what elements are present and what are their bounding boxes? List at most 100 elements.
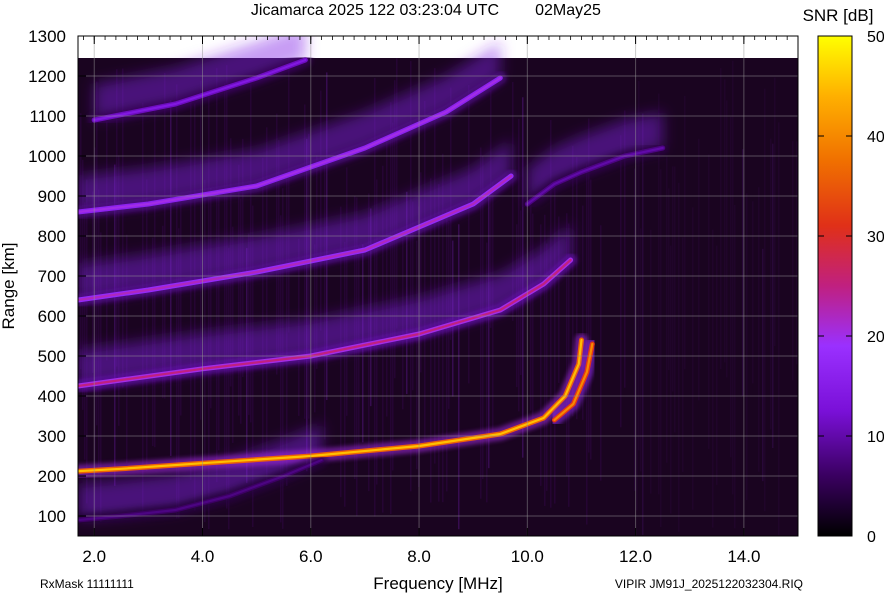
noise-streak <box>730 116 732 458</box>
y-tick-label: 300 <box>38 427 66 446</box>
y-tick-label: 1200 <box>28 67 66 86</box>
noise-streak <box>620 135 622 428</box>
noise-streak <box>288 65 290 333</box>
noise-streak <box>670 245 672 514</box>
noise-streak <box>346 167 348 416</box>
colorbar: 0 10 20 30 40 50 <box>817 29 884 546</box>
noise-streak <box>210 187 212 409</box>
noise-streak <box>146 179 148 471</box>
noise-streak <box>386 140 388 417</box>
x-tick-label: 8.0 <box>407 547 431 566</box>
noise-streak <box>758 187 760 472</box>
x-tick-label: 10.0 <box>511 547 544 566</box>
noise-streak <box>636 152 638 511</box>
noise-streak <box>590 179 592 460</box>
colorbar-tick-label: 50 <box>867 29 884 46</box>
noise-streak <box>742 149 744 397</box>
noise-streak <box>106 121 108 361</box>
x-tick-label: 4.0 <box>191 547 215 566</box>
noise-streak <box>640 228 642 472</box>
noise-streak <box>770 138 772 430</box>
noise-streak <box>530 202 532 411</box>
noise-streak <box>764 88 766 512</box>
noise-streak <box>320 90 322 331</box>
noise-streak <box>726 100 728 378</box>
noise-streak <box>190 102 192 480</box>
noise-streak <box>98 189 100 475</box>
footer-rxmask: RxMask 11111111 <box>40 577 134 591</box>
noise-streak <box>674 166 676 433</box>
colorbar-label: SNR [dB] <box>803 6 874 25</box>
noise-streak <box>642 113 644 535</box>
noise-streak <box>720 68 722 370</box>
noise-streak <box>712 229 714 528</box>
noise-streak <box>86 179 88 504</box>
noise-streak <box>392 122 394 471</box>
noise-streak <box>666 156 668 463</box>
noise-streak <box>678 182 680 532</box>
y-tick-label: 800 <box>38 227 66 246</box>
plot-area <box>77 35 799 537</box>
noise-streak <box>778 122 780 536</box>
noise-streak <box>554 183 556 504</box>
noise-streak <box>660 169 662 528</box>
x-tick-label: 14.0 <box>727 547 760 566</box>
noise-streak <box>708 154 710 449</box>
noise-streak <box>668 188 670 371</box>
noise-streak <box>698 138 700 401</box>
noise-streak <box>218 194 220 451</box>
noise-streak <box>226 65 228 509</box>
colorbar-tick-label: 0 <box>867 529 876 546</box>
y-axis-label: Range [km] <box>0 243 18 330</box>
chart-title: Jicamarca 2025 122 03:23:04 UTC <box>251 2 499 19</box>
y-tick-label: 400 <box>38 387 66 406</box>
colorbar-tick-label: 20 <box>867 329 884 346</box>
noise-streak <box>734 204 736 529</box>
x-axis-label: Frequency [MHz] <box>373 574 502 593</box>
x-tick-labels: 2.0 4.0 6.0 8.0 10.0 12.0 14.0 <box>82 547 760 566</box>
colorbar-gradient <box>817 35 853 537</box>
ionogram-chart: Jicamarca 2025 122 03:23:04 UTC 02May25 … <box>0 2 884 593</box>
noise-streak <box>746 193 748 501</box>
chart-date: 02May25 <box>535 2 601 19</box>
noise-streak <box>792 141 794 381</box>
noise-streak <box>774 77 776 347</box>
noise-streak <box>80 113 82 370</box>
x-tick-label: 2.0 <box>82 547 106 566</box>
noise-streak <box>84 202 86 460</box>
noise-streak <box>438 184 440 502</box>
y-tick-label: 1300 <box>28 27 66 46</box>
y-tick-label: 600 <box>38 307 66 326</box>
noise-streak <box>176 84 178 519</box>
noise-streak <box>344 242 346 507</box>
noise-streak <box>324 164 326 440</box>
noise-streak <box>488 194 490 469</box>
y-tick-label: 700 <box>38 267 66 286</box>
y-tick-labels: 100 200 300 400 500 600 700 800 900 1000 1100 1200 1… <box>28 27 66 526</box>
noise-streak <box>434 68 436 464</box>
noise-streak <box>672 166 674 392</box>
y-tick-label: 100 <box>38 507 66 526</box>
noise-streak <box>458 224 460 530</box>
y-tick-label: 200 <box>38 467 66 486</box>
noise-streak <box>692 207 694 510</box>
noise-streak <box>238 164 240 416</box>
noise-streak <box>240 198 242 424</box>
noise-streak <box>468 85 470 384</box>
noise-streak <box>416 240 418 470</box>
y-tick-label: 1000 <box>28 147 66 166</box>
noise-streak <box>424 100 426 445</box>
noise-streak <box>724 79 726 363</box>
noise-streak <box>180 203 182 416</box>
x-tick-label: 6.0 <box>299 547 323 566</box>
noise-streak <box>732 60 734 495</box>
colorbar-tick-label: 40 <box>867 129 884 146</box>
noise-streak <box>600 225 602 481</box>
noise-streak <box>446 209 448 492</box>
noise-streak <box>772 143 774 449</box>
noise-streak <box>532 213 534 427</box>
x-tick-label: 12.0 <box>619 547 652 566</box>
noise-streak <box>762 248 764 482</box>
noise-streak <box>262 157 264 454</box>
y-tick-label: 900 <box>38 187 66 206</box>
